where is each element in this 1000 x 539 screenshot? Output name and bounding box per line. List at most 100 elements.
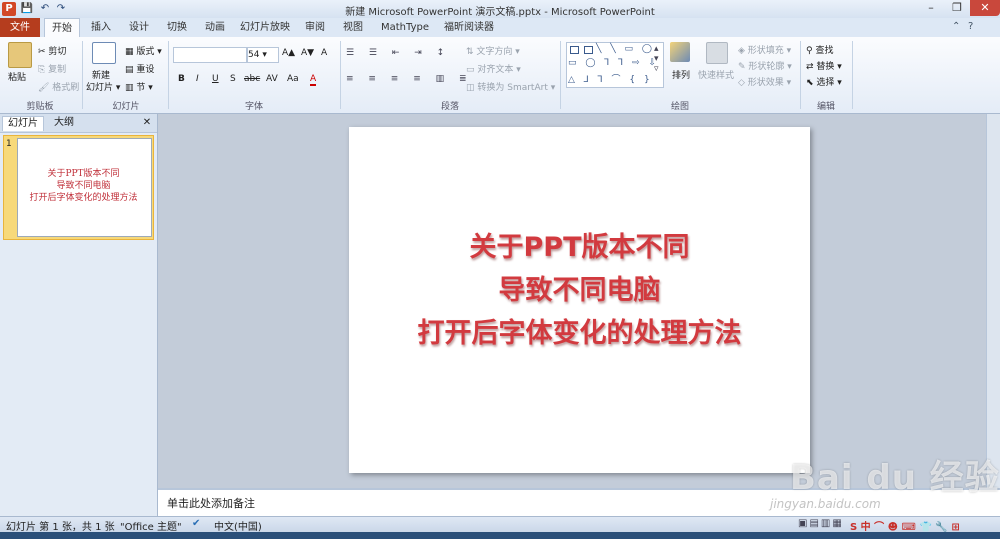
strikethrough-button[interactable]: abc (244, 74, 260, 84)
layout-icon: ▦ (125, 47, 137, 57)
theme-name[interactable]: "Office 主题" (120, 518, 182, 533)
paste-icon[interactable] (8, 42, 32, 68)
ime-toolbar[interactable]: S 中 ⌒ ☻ ⌨ 👕 🔧 ⊞ (850, 518, 960, 533)
align-text-label: 对齐文本 ▾ (477, 65, 521, 75)
group-separator (82, 41, 83, 109)
clear-formatting-button[interactable]: A (321, 48, 327, 58)
replace-icon: ⇄ (806, 62, 817, 72)
shrink-font-button[interactable]: A▼ (301, 48, 314, 58)
format-painter-button[interactable]: 🖌 格式刷 (38, 80, 79, 93)
quick-styles-button[interactable]: 快速样式 (698, 68, 734, 81)
tab-outline[interactable]: 大纲 (46, 116, 82, 130)
shape-textbox-icon[interactable] (570, 46, 579, 54)
group-label-clipboard: 剪贴板 (26, 102, 54, 112)
align-buttons[interactable]: ≡ ≡ ≡ ≡ ▥ ≣ (346, 74, 473, 84)
tab-view[interactable]: 视图 (336, 18, 370, 37)
tab-transitions[interactable]: 切换 (160, 18, 194, 37)
arrange-icon[interactable] (670, 42, 690, 62)
select-label: 选择 ▾ (816, 78, 842, 88)
tab-slideshow[interactable]: 幻灯片放映 (236, 18, 294, 37)
maximize-button[interactable]: ❐ (944, 0, 970, 16)
gallery-scroll-icon[interactable]: ▴ ▾ ▿ (654, 44, 659, 74)
font-color-button[interactable]: A (310, 74, 317, 86)
text-direction-button[interactable]: ⇅ 文字方向 ▾ (466, 44, 520, 57)
tab-home[interactable]: 开始 (44, 18, 80, 37)
font-size-select[interactable]: 54 ▾ (247, 47, 279, 63)
shape-row-3[interactable]: △ ⅃ ⅂ ⌒ { } (568, 72, 653, 85)
scissors-icon: ✂ (38, 47, 49, 57)
slide-number: 1 (6, 139, 12, 149)
slide-title-line[interactable]: 关于PPT版本不同 (349, 225, 810, 264)
shape-effects-label: 形状效果 ▾ (747, 78, 792, 88)
reset-button[interactable]: ▤ 重设 (125, 62, 154, 75)
tab-slides[interactable]: 幻灯片 (2, 116, 44, 131)
smartart-button[interactable]: ◫ 转换为 SmartArt ▾ (466, 80, 555, 93)
align-text-button[interactable]: ▭ 对齐文本 ▾ (466, 62, 521, 75)
watermark-url: jingyan.baidu.com (770, 497, 881, 511)
font-name-select[interactable] (173, 47, 247, 63)
copy-icon: ⎘ (38, 65, 49, 75)
close-button[interactable]: ✕ (970, 0, 1000, 16)
language-indicator[interactable]: 中文(中国) (214, 518, 262, 533)
smartart-icon: ◫ (466, 83, 478, 93)
text-direction-label: 文字方向 ▾ (476, 47, 520, 57)
minimize-button[interactable]: – (918, 0, 944, 16)
new-slide-icon[interactable] (92, 42, 116, 64)
group-label-font: 字体 (244, 102, 263, 112)
cut-label: 剪切 (48, 47, 67, 57)
quick-styles-icon[interactable] (706, 42, 728, 64)
section-button[interactable]: ▥ 节 ▾ (125, 80, 153, 93)
vertical-scrollbar[interactable] (986, 114, 1000, 488)
slide-title-line[interactable]: 导致不同电脑 (349, 268, 810, 307)
tab-design[interactable]: 设计 (122, 18, 156, 37)
group-label-drawing: 绘图 (670, 102, 689, 112)
copy-label: 复制 (48, 65, 67, 75)
shape-textbox-icon[interactable] (584, 46, 593, 54)
select-button[interactable]: ⬉ 选择 ▾ (806, 75, 842, 88)
slide-title-line[interactable]: 打开后字体变化的处理方法 (349, 311, 810, 350)
effects-icon: ◇ (738, 78, 748, 88)
shape-outline-button[interactable]: ✎ 形状轮廓 ▾ (738, 59, 792, 72)
replace-button[interactable]: ⇄ 替换 ▾ (806, 59, 842, 72)
baidu-jingyan-watermark: Bai du 经验 (790, 458, 1000, 498)
shape-effects-button[interactable]: ◇ 形状效果 ▾ (738, 75, 791, 88)
underline-button[interactable]: U (212, 74, 219, 84)
tab-review[interactable]: 审阅 (298, 18, 332, 37)
window-title: 新建 Microsoft PowerPoint 演示文稿.pptx - Micr… (345, 7, 655, 18)
cut-button[interactable]: ✂ 剪切 (38, 44, 66, 57)
layout-button[interactable]: ▦ 版式 ▾ (125, 44, 162, 57)
thumbnail-text-line: 打开后字体变化的处理方法 (29, 193, 138, 203)
notes-placeholder[interactable]: 单击此处添加备注 (167, 495, 255, 511)
change-case-button[interactable]: Aa (287, 74, 299, 84)
arrange-button[interactable]: 排列 (672, 68, 690, 81)
shape-row-1[interactable]: ╲ ╲ ▭ ◯ (596, 44, 655, 54)
tab-insert[interactable]: 插入 (84, 18, 118, 37)
text-shadow-button[interactable]: S (230, 74, 236, 84)
bold-button[interactable]: B (178, 74, 185, 84)
tab-mathtype[interactable]: MathType (376, 18, 434, 37)
shape-outline-label: 形状轮廓 ▾ (748, 62, 792, 72)
tab-foxit-reader[interactable]: 福昕阅读器 (438, 18, 500, 37)
slide-counter: 幻灯片 第 1 张，共 1 张 (6, 522, 115, 533)
format-painter-label: 格式刷 (52, 83, 80, 93)
shape-fill-button[interactable]: ◈ 形状填充 ▾ (738, 43, 791, 56)
group-label-editing: 编辑 (816, 102, 835, 112)
find-button[interactable]: ⚲ 查找 (806, 43, 833, 56)
char-spacing-button[interactable]: AV (266, 74, 278, 84)
tab-file[interactable]: 文件 (0, 18, 40, 37)
pane-close-icon[interactable]: ✕ (140, 116, 154, 130)
view-buttons[interactable]: ▣▤▥▦ (798, 518, 844, 529)
spellcheck-icon[interactable]: ✔ (192, 518, 200, 529)
ribbon-minimize-icon[interactable]: ⌃ (952, 21, 960, 32)
new-slide-dropdown[interactable]: 幻灯片 ▾ (86, 80, 120, 93)
shape-row-2[interactable]: ▭ ◯ ⅂ ⅂ ⇨ ⇩ (568, 58, 659, 68)
reset-label: 重设 (136, 65, 155, 75)
help-icon[interactable]: ? (968, 21, 973, 32)
list-buttons[interactable]: ☰ ☰ ⇤ ⇥ ↕ (346, 48, 450, 58)
tab-animations[interactable]: 动画 (198, 18, 232, 37)
paste-button[interactable]: 粘贴 (8, 70, 26, 83)
italic-button[interactable]: I (196, 74, 199, 84)
group-separator (800, 41, 801, 109)
copy-button[interactable]: ⎘ 复制 (38, 62, 66, 75)
grow-font-button[interactable]: A▲ (282, 48, 295, 58)
